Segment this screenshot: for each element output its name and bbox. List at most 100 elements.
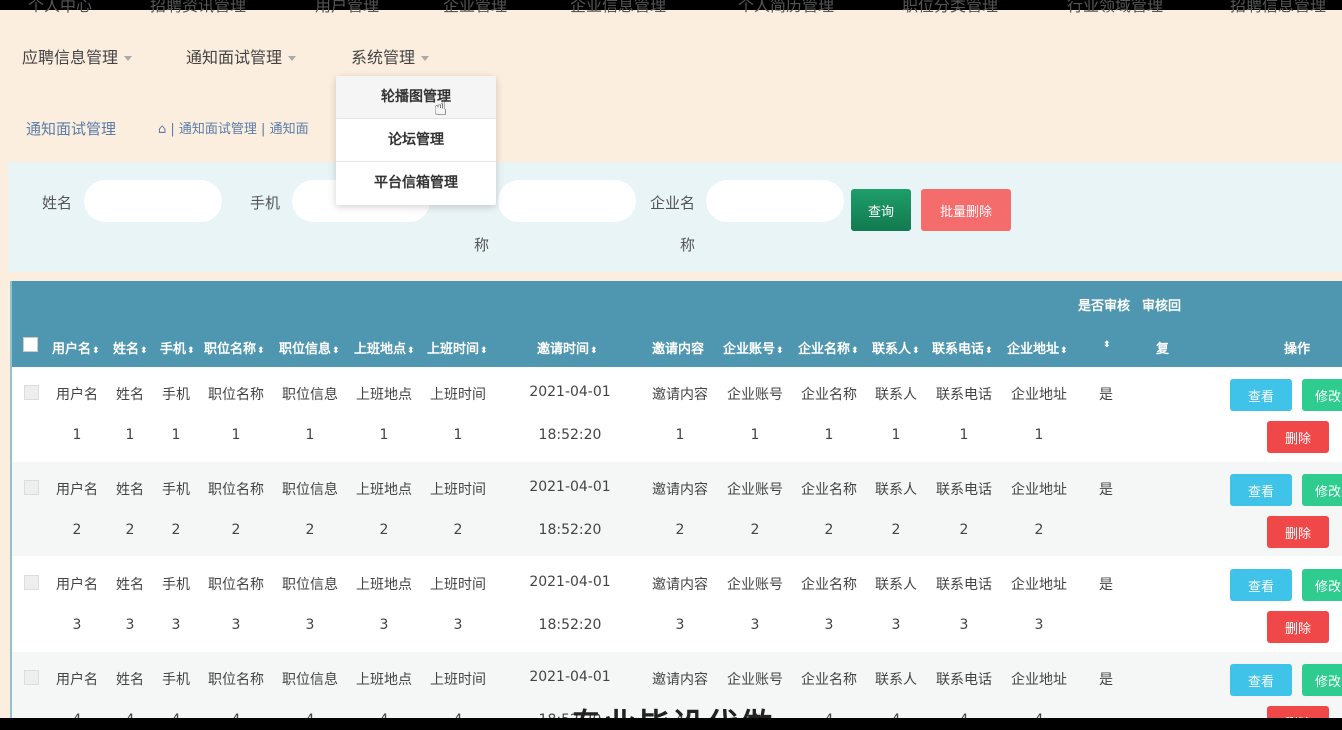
- view-button[interactable]: 查看: [1230, 474, 1292, 506]
- cell-position-n: 1: [231, 427, 241, 443]
- cell-username: 用户名: [56, 672, 98, 688]
- col-name[interactable]: 姓名⬍: [113, 338, 148, 357]
- cell-time: 18:52:20: [538, 522, 602, 538]
- col-company[interactable]: 企业名称⬍: [798, 338, 859, 357]
- nav-item-personal-center[interactable]: 个人中心: [28, 0, 92, 16]
- company-name-input[interactable]: [706, 180, 844, 222]
- edit-button[interactable]: 修改: [1302, 474, 1342, 506]
- nav-system-mgmt[interactable]: 系统管理: [351, 44, 430, 68]
- cell-date: 2021-04-01: [529, 669, 611, 685]
- col-tel[interactable]: 联系电话⬍: [932, 338, 993, 357]
- cell-phone-n: 3: [171, 617, 181, 633]
- cell-content: 邀请内容: [652, 577, 708, 593]
- nav-item-recruit-info[interactable]: 招聘信息管理: [1230, 0, 1326, 16]
- view-button[interactable]: 查看: [1230, 664, 1292, 696]
- col-reply[interactable]: 审核回: [1142, 295, 1181, 314]
- col-invite-content[interactable]: 邀请内容: [652, 338, 704, 357]
- menu-item-carousel[interactable]: 轮播图管理: [336, 76, 496, 119]
- sort-icon: ⬍: [257, 346, 265, 356]
- sort-icon: ⬍: [92, 346, 100, 356]
- cell-tel: 联系电话: [936, 577, 992, 593]
- cell-account-n: 1: [750, 427, 760, 443]
- bottom-black-bar: [0, 718, 1342, 730]
- cell-tel: 联系电话: [936, 672, 992, 688]
- cell-contact: 联系人: [875, 482, 917, 498]
- breadcrumb: ⌂ | 通知面试管理 | 通知面: [158, 118, 309, 137]
- row-checkbox[interactable]: [24, 575, 39, 590]
- phone-label: 手机: [250, 194, 281, 212]
- view-button[interactable]: 查看: [1230, 379, 1292, 411]
- view-button[interactable]: 查看: [1230, 569, 1292, 601]
- cell-date: 2021-04-01: [529, 479, 611, 495]
- position-name-input[interactable]: [498, 180, 636, 222]
- delete-button[interactable]: 删除: [1267, 611, 1329, 643]
- cell-approved: 是: [1099, 577, 1113, 593]
- cell-worktime-n: 3: [453, 617, 463, 633]
- cell-address-n: 1: [1034, 427, 1044, 443]
- search-button[interactable]: 查询: [851, 189, 911, 231]
- col-invite-time-label: 邀请时间: [537, 342, 590, 357]
- cell-username: 用户名: [56, 482, 98, 498]
- col-worktime[interactable]: 上班时间⬍: [427, 338, 488, 357]
- col-username[interactable]: 用户名⬍: [52, 338, 100, 357]
- sort-icon[interactable]: ⬍: [1103, 340, 1111, 350]
- nav-item-users[interactable]: 用户管理: [315, 0, 379, 16]
- col-phone[interactable]: 手机⬍: [160, 338, 195, 357]
- cell-phone-n: 1: [171, 427, 181, 443]
- row-checkbox[interactable]: [24, 480, 39, 495]
- edit-button[interactable]: 修改: [1302, 379, 1342, 411]
- col-invite-time[interactable]: 邀请时间⬍: [537, 338, 598, 357]
- col-account[interactable]: 企业账号⬍: [723, 338, 784, 357]
- col-address[interactable]: 企业地址⬍: [1007, 338, 1068, 357]
- cell-info: 职位信息: [282, 387, 338, 403]
- edit-button[interactable]: 修改: [1302, 569, 1342, 601]
- cell-position: 职位名称: [208, 672, 264, 688]
- col-position[interactable]: 职位名称⬍: [204, 338, 265, 357]
- col-place[interactable]: 上班地点⬍: [354, 338, 415, 357]
- nav-item-position-category[interactable]: 职位分类管理: [902, 0, 998, 16]
- menu-item-forum[interactable]: 论坛管理: [336, 119, 496, 162]
- nav-interview-mgmt[interactable]: 通知面试管理: [186, 44, 297, 68]
- bulk-delete-button[interactable]: 批量删除: [921, 189, 1011, 231]
- cell-company: 企业名称: [801, 577, 857, 593]
- nav-item-company[interactable]: 企业管理: [443, 0, 507, 16]
- nav-item-resume[interactable]: 个人简历管理: [738, 0, 834, 16]
- hand-cursor-icon: ☝: [434, 96, 448, 121]
- col-address-label: 企业地址: [1007, 342, 1060, 357]
- delete-button[interactable]: 删除: [1267, 421, 1329, 453]
- cell-contact: 联系人: [875, 672, 917, 688]
- col-actions: 操作: [1284, 342, 1311, 357]
- chevron-down-icon: [124, 56, 133, 61]
- cell-worktime: 上班时间: [430, 577, 486, 593]
- cell-contact-n: 3: [891, 617, 901, 633]
- cell-place-n: 3: [379, 617, 389, 633]
- cell-phone: 手机: [162, 577, 190, 593]
- sort-icon: ⬍: [332, 346, 340, 356]
- nav-item-company-info[interactable]: 企业信息管理: [570, 0, 666, 16]
- cell-place-n: 2: [379, 522, 389, 538]
- row-checkbox[interactable]: [24, 670, 39, 685]
- nav-item-industry[interactable]: 行业领域管理: [1067, 0, 1163, 16]
- col-info[interactable]: 职位信息⬍: [279, 338, 340, 357]
- nav-item-recruit-news[interactable]: 招聘资讯管理: [150, 0, 246, 16]
- cell-worktime: 上班时间: [430, 672, 486, 688]
- cell-name-n: 3: [125, 617, 135, 633]
- home-icon[interactable]: ⌂: [158, 122, 166, 137]
- col-approved[interactable]: 是否审核: [1078, 295, 1130, 314]
- cell-address: 企业地址: [1011, 577, 1067, 593]
- nav-interview-label: 通知面试管理: [186, 48, 283, 67]
- delete-button[interactable]: 删除: [1267, 516, 1329, 548]
- nav-application-mgmt[interactable]: 应聘信息管理: [22, 44, 133, 68]
- cell-phone: 手机: [162, 482, 190, 498]
- select-all-checkbox[interactable]: [23, 337, 38, 352]
- col-contact[interactable]: 联系人⬍: [872, 338, 920, 357]
- cell-address-n: 3: [1034, 617, 1044, 633]
- edit-button[interactable]: 修改: [1302, 664, 1342, 696]
- name-input[interactable]: [84, 180, 222, 222]
- position-name-label-tail: 称: [474, 236, 490, 254]
- sort-icon: ⬍: [590, 346, 598, 356]
- col-contact-label: 联系人: [872, 342, 912, 357]
- menu-item-mailbox[interactable]: 平台信箱管理: [336, 162, 496, 205]
- row-checkbox[interactable]: [24, 385, 39, 400]
- cell-place: 上班地点: [356, 672, 412, 688]
